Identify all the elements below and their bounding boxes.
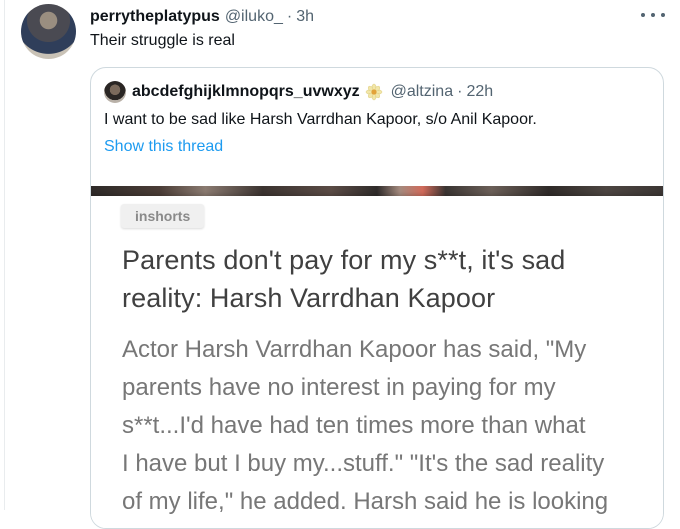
article-image[interactable]: inshorts Parents don't pay for my s**t, … [91,180,663,528]
quoted-avatar [104,81,126,103]
quoted-tweet[interactable]: abcdefghijklmnopqrs_uvwxyz @altzina · 22… [90,67,664,529]
tweet-text: Their struggle is real [90,32,235,49]
quoted-author-handle: @altzina [390,83,454,100]
body-line: parents have no interest in paying for m… [122,374,556,401]
author-name[interactable]: perrytheplatypus [90,8,220,26]
timestamp[interactable]: 3h [296,8,314,26]
body-line: of my life," he added. Harsh said he is … [122,488,609,515]
quoted-timestamp: 22h [466,83,494,100]
quoted-author-name: abcdefghijklmnopqrs_uvwxyz [132,83,360,100]
body-line: I have but I buy my...stuff." "It's the … [122,450,605,477]
source-tag: inshorts [121,204,205,228]
author-handle[interactable]: @iluko_ [225,8,283,26]
body-line: Actor Harsh Varrdhan Kapoor has said, "M… [122,336,587,363]
flower-emoji-icon [365,83,383,101]
tweet[interactable]: perrytheplatypus @iluko_ · 3h Their stru… [0,0,680,529]
show-thread-link[interactable]: Show this thread [104,138,223,156]
separator-dot: · [286,8,293,25]
quoted-tweet-header: abcdefghijklmnopqrs_uvwxyz @altzina · 22… [104,81,493,103]
body-line: s**t...I'd have had ten times more than … [122,412,586,439]
more-horizontal-icon[interactable] [641,5,665,25]
headline-line: Parents don't pay for my s**t, it's sad [122,245,566,275]
article-body: Actor Harsh Varrdhan Kapoor has said, "M… [122,331,652,521]
article-headline: Parents don't pay for my s**t, it's sad … [122,241,642,317]
avatar[interactable] [21,4,76,59]
headline-line: reality: Harsh Varrdhan Kapoor [122,283,496,313]
timeline-divider [4,0,5,510]
quoted-tweet-text: I want to be sad like Harsh Varrdhan Kap… [104,111,537,128]
article-card: inshorts Parents don't pay for my s**t, … [91,196,663,528]
quoted-separator-dot: · [457,83,463,100]
tweet-header: perrytheplatypus @iluko_ · 3h [90,6,314,28]
